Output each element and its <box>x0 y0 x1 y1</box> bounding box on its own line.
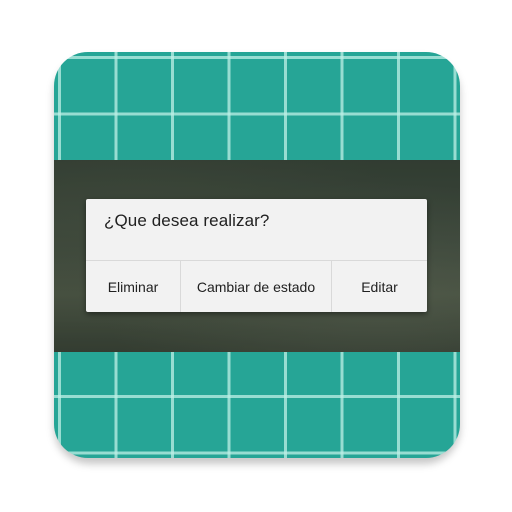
dialog-title: ¿Que desea realizar? <box>104 211 270 230</box>
action-dialog: ¿Que desea realizar? Eliminar Cambiar de… <box>86 199 427 312</box>
change-state-button[interactable]: Cambiar de estado <box>181 261 332 312</box>
screenshot-background: ¿Que desea realizar? Eliminar Cambiar de… <box>54 160 460 352</box>
app-icon: ¿Que desea realizar? Eliminar Cambiar de… <box>54 52 460 458</box>
app-icon-canvas: ¿Que desea realizar? Eliminar Cambiar de… <box>0 0 512 512</box>
edit-button[interactable]: Editar <box>332 261 427 312</box>
dialog-button-row: Eliminar Cambiar de estado Editar <box>86 261 427 312</box>
delete-button[interactable]: Eliminar <box>86 261 181 312</box>
